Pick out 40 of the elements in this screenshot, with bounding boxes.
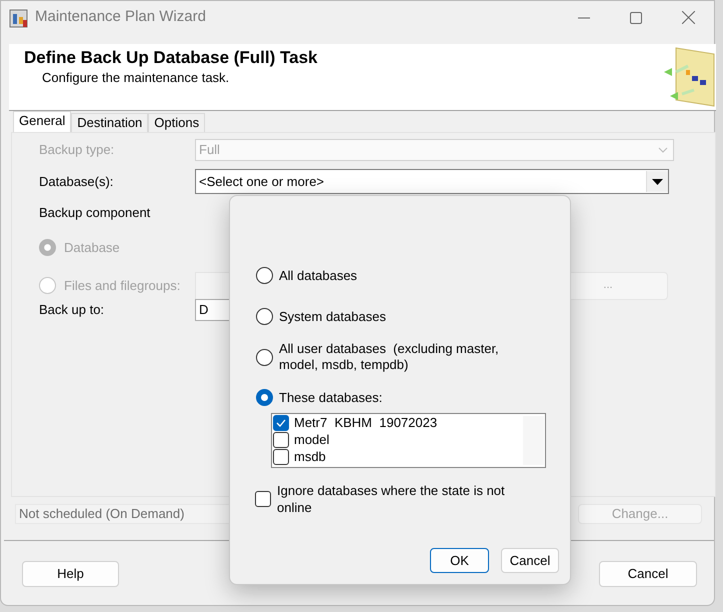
radio-button[interactable] [256, 308, 273, 325]
maximize-icon[interactable] [630, 12, 642, 24]
checkbox[interactable] [273, 432, 289, 448]
field-label: Database(s): [38, 172, 114, 191]
radio-label: System databases [279, 308, 387, 324]
cancel-button[interactable]: Cancel [501, 548, 559, 573]
page-title: Define Back Up Database (Full) Task [24, 48, 318, 68]
cancel-button[interactable]: Cancel [599, 561, 697, 587]
close-icon[interactable] [682, 11, 694, 24]
app-icon [9, 8, 29, 28]
backup-type-dropdown: Full [195, 139, 674, 161]
help-button[interactable]: Help [22, 561, 119, 587]
window-title: Maintenance Plan Wizard [35, 7, 206, 28]
database-name: msdb [294, 449, 326, 464]
radio-label: Files and filegroups: [64, 276, 180, 295]
field-label: Back up to: [38, 300, 106, 319]
tab[interactable]: General [13, 111, 72, 132]
check-icon [276, 418, 286, 426]
radio-label: All databases [279, 268, 358, 284]
radio-button[interactable] [256, 267, 273, 284]
radio-button[interactable] [256, 348, 273, 366]
database-name: Metr7 KBHM 19072023 [294, 415, 438, 430]
radio-label: Database [64, 238, 120, 257]
caret-icon [652, 178, 663, 184]
radio-button[interactable] [256, 389, 273, 406]
page-subtitle: Configure the maintenance task. [41, 69, 230, 88]
ok-button[interactable]: OK [430, 548, 489, 573]
radio-label: These databases: [279, 390, 384, 406]
tab[interactable]: Options [148, 113, 206, 132]
radio-label: All user databases (excluding master, model, msdb, tempdb) [279, 341, 500, 373]
checkbox[interactable] [273, 448, 289, 464]
scrollbar-track[interactable] [523, 416, 544, 465]
field-label: Backup component [38, 204, 152, 222]
checkbox-label: Ignore databases where the state is not online [277, 482, 506, 516]
checkbox[interactable] [255, 491, 271, 507]
checkbox[interactable] [273, 414, 289, 430]
databases-dropdown[interactable]: <Select one or more> [195, 169, 669, 194]
database-name: model [294, 432, 330, 447]
field-label: Backup type: [38, 141, 116, 160]
tab[interactable]: Destination [71, 113, 148, 132]
